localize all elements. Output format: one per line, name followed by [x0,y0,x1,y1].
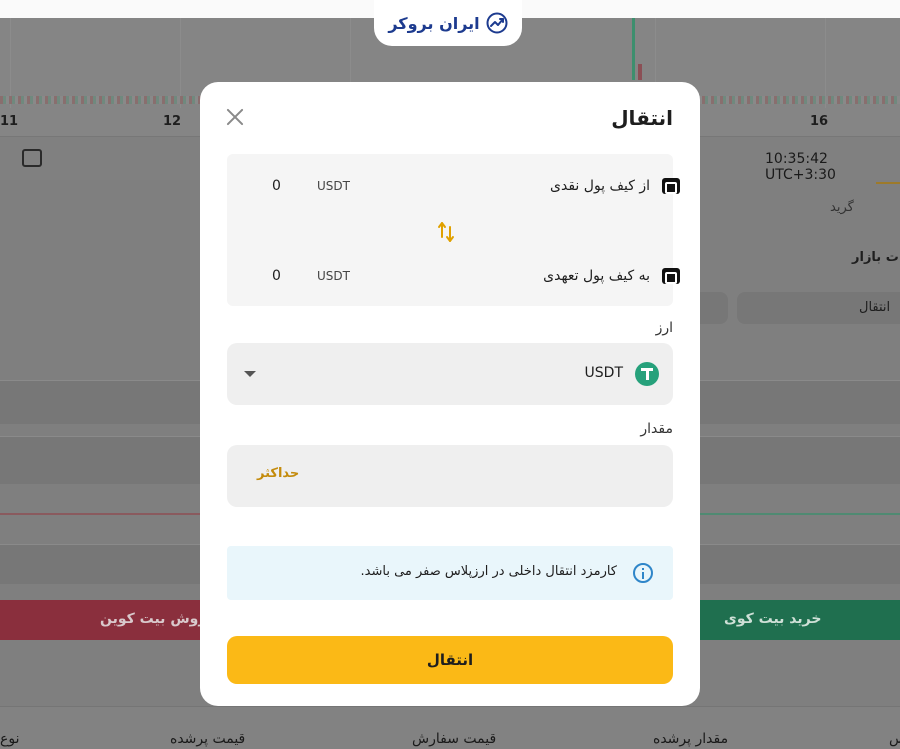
to-wallet-name: به کیف پول تعهدی [543,268,650,284]
currency-select[interactable]: USDT [227,343,673,405]
from-wallet-unit: USDT [317,179,350,193]
wallet-icon [662,268,680,284]
to-wallet-unit: USDT [317,269,350,283]
buy-bitcoin-button[interactable]: خرید بیت کوی [688,600,900,640]
market-label: ت بازار [852,250,899,265]
brand-logo: ایران بروکر [374,0,522,46]
sell-bitcoin-button[interactable]: روش بیت کوین [0,600,230,640]
buy-bitcoin-label: خرید بیت کوی [724,611,822,627]
amount-label: مقدار [640,421,673,437]
from-wallet-balance: 0 [272,178,281,194]
column-header: مقدار پرشده [653,731,729,747]
clock-readout: 10:35:42 UTC+3:30 [765,151,836,183]
sell-bitcoin-label: روش بیت کوین [100,611,207,627]
tether-icon [635,362,659,386]
date-label: 16 [810,114,829,129]
from-wallet-row[interactable]: از کیف پول نقدی 0 USDT [254,172,700,200]
column-header: نوع [0,731,20,747]
background-transfer-label: انتقال [859,300,891,315]
fee-info-text: کارمزد انتقال داخلی در ارزپلاس صفر می با… [360,564,617,579]
from-wallet-name: از کیف پول نقدی [550,178,650,194]
modal-title: انتقال [611,106,673,130]
column-header: س [889,731,900,747]
fee-info-box: کارمزد انتقال داخلی در ارزپلاس صفر می با… [227,546,673,600]
currency-label: ارز [655,320,673,336]
to-wallet-balance: 0 [272,268,281,284]
to-wallet-row[interactable]: به کیف پول تعهدی 0 USDT [254,262,700,290]
active-tab-indicator [876,182,900,184]
swap-direction-icon[interactable] [436,220,456,244]
date-label: 12 [163,114,182,129]
date-label: 11 [0,114,19,129]
wallet-icon [662,178,680,194]
max-button[interactable]: حداکثر [257,466,299,481]
column-header: قیمت سفارش [412,731,497,747]
transfer-submit-button[interactable]: انتقال [227,636,673,684]
candle-spike [632,18,635,80]
orders-table-header: نوع قیمت پرشده قیمت سفارش مقدار پرشده س [0,706,900,749]
close-icon[interactable] [224,106,246,128]
transfer-modal: انتقال از کیف پول نقدی 0 USDT به کیف پول… [200,82,700,706]
amount-field: حداکثر [227,445,673,507]
chevron-down-icon [244,371,256,377]
brand-name: ایران بروکر [388,13,480,33]
column-header: قیمت پرشده [170,731,246,747]
candle-spike-red [638,64,642,80]
background-transfer-button[interactable]: انتقال [737,292,900,324]
info-icon [633,563,653,583]
currency-value: USDT [584,365,623,381]
calendar-icon[interactable] [22,149,42,167]
tab-grid[interactable]: گرید [830,200,854,215]
trend-logo-icon [486,12,508,34]
